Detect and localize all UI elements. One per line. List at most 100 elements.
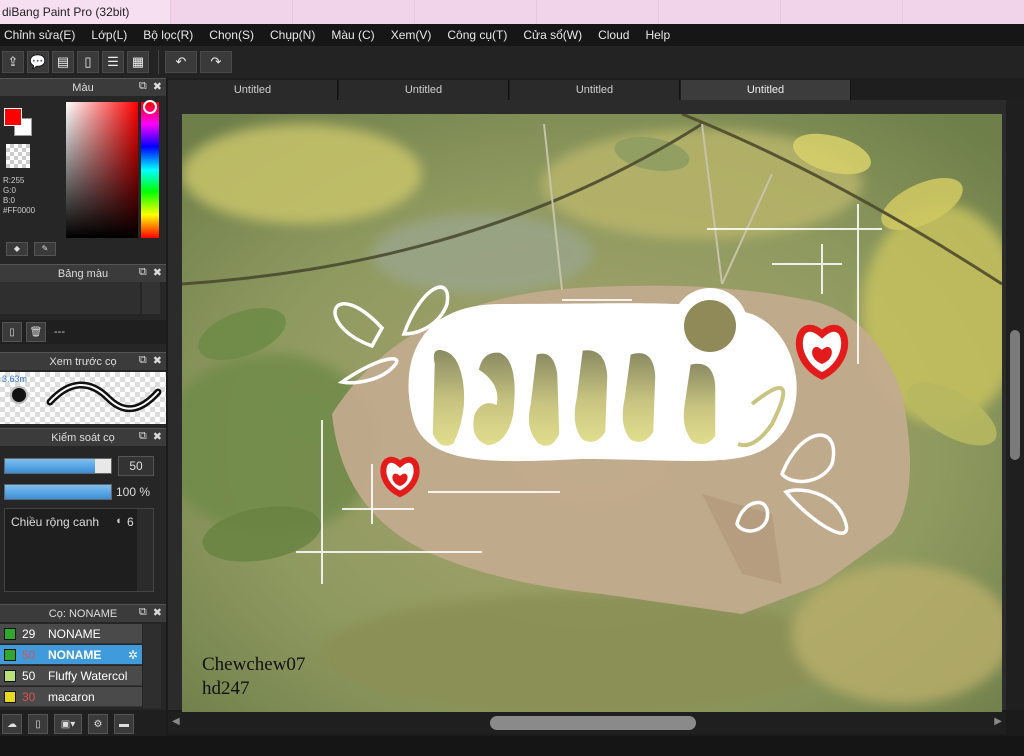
menu-select[interactable]: Chọn(S) <box>201 28 262 42</box>
brush-size-label: 3.63m <box>2 374 28 384</box>
title-bar: diBang Paint Pro (32bit) <box>0 0 1024 24</box>
brush-opacity-value: 100 % <box>116 485 151 499</box>
palette-swatch-area[interactable] <box>0 282 140 314</box>
toolbar-divider <box>158 50 159 74</box>
comment-icon[interactable]: 💬 <box>27 51 49 73</box>
artwork-image <box>182 114 1002 712</box>
hue-slider[interactable] <box>141 102 159 238</box>
vertical-scrollbar[interactable] <box>1006 100 1024 710</box>
undock-icon[interactable]: ⧉ <box>139 606 147 619</box>
saturation-value-picker[interactable] <box>66 102 138 238</box>
palette-actions: ▯ 🗑 --- <box>0 320 166 344</box>
brush-preview-panel: 3.63m <box>0 370 166 428</box>
share-icon[interactable]: ⇪ <box>2 51 24 73</box>
color-hex-value: #FF0000 <box>3 206 36 215</box>
color-panel-header: Màu ⧉ ✖ <box>0 78 166 96</box>
cloud-icon[interactable]: ☁ <box>2 714 22 734</box>
browser-tab <box>658 0 780 24</box>
primary-color-swatch[interactable] <box>4 108 22 126</box>
menu-tools[interactable]: Công cụ(T) <box>439 28 515 42</box>
settings-gear-icon[interactable]: ✲ <box>128 648 138 662</box>
close-icon[interactable]: ✖ <box>153 266 162 279</box>
menu-capture[interactable]: Chụp(N) <box>262 28 323 42</box>
horizontal-scroll-thumb[interactable] <box>490 716 696 730</box>
menu-view[interactable]: Xem(V) <box>383 28 440 42</box>
brush-color-swatch <box>4 690 16 703</box>
brush-color-swatch <box>4 669 16 682</box>
brush-settings-icon[interactable]: ⚙ <box>88 714 108 734</box>
transparent-color-swatch[interactable] <box>6 144 30 168</box>
message-icon[interactable]: ▤ <box>52 51 74 73</box>
menu-cloud[interactable]: Cloud <box>590 28 637 42</box>
edge-toggle-icon[interactable]: ◖ <box>115 515 122 527</box>
status-bar <box>0 736 1024 756</box>
menu-edit[interactable]: Chỉnh sửa(E) <box>0 28 83 42</box>
list-item-selected[interactable]: 50 NONAME ✲ <box>0 645 142 665</box>
brush-name: NONAME <box>48 647 102 662</box>
browser-tab <box>414 0 536 24</box>
signature-line-1: Chewchew07 <box>202 654 306 675</box>
eyedropper-icon[interactable]: ✎ <box>34 242 56 256</box>
tab-untitled-2[interactable]: Untitled <box>339 80 509 100</box>
menu-filter[interactable]: Bộ lọc(R) <box>135 28 201 42</box>
horizontal-scrollbar[interactable]: ◀ ▶ <box>168 712 1006 734</box>
document-icon[interactable]: ▯ <box>77 51 99 73</box>
brush-name: macaron <box>48 689 95 704</box>
artwork-canvas[interactable]: Chewchew07 hd247 <box>182 114 1002 712</box>
brush-opacity-fill <box>5 485 111 499</box>
undock-icon[interactable]: ⧉ <box>139 80 147 93</box>
hue-marker[interactable] <box>143 100 157 114</box>
color-mode-button[interactable]: ◆ <box>6 242 28 256</box>
brush-opacity-slider[interactable] <box>4 484 112 500</box>
brush-color-swatch <box>4 648 16 661</box>
new-palette-icon[interactable]: ▯ <box>2 322 22 342</box>
menu-window[interactable]: Cửa sổ(W) <box>515 28 590 42</box>
list-item[interactable]: 30 macaron <box>0 687 142 707</box>
palette-empty-label: --- <box>54 326 65 338</box>
undock-icon[interactable]: ⧉ <box>139 354 147 367</box>
color-r-value: R:255 <box>3 176 25 185</box>
color-readout: R:255 G:0 B:0 #FF0000 <box>3 176 35 216</box>
browser-tab <box>780 0 902 24</box>
folder-icon[interactable]: ▬ <box>114 714 134 734</box>
close-icon[interactable]: ✖ <box>153 606 162 619</box>
brush-opacity: 29 <box>22 626 36 641</box>
brush-preview-header: Xem trước cọ ⧉ ✖ <box>0 352 166 370</box>
list-item[interactable]: 50 Fluffy Watercol <box>0 666 142 686</box>
undock-icon[interactable]: ⧉ <box>139 266 147 279</box>
new-brush-icon[interactable]: ▯ <box>28 714 48 734</box>
tab-untitled-3[interactable]: Untitled <box>510 80 680 100</box>
menu-color[interactable]: Màu (C) <box>323 28 382 42</box>
brush-size-slider[interactable] <box>4 458 112 474</box>
tab-untitled-4[interactable]: Untitled <box>681 80 851 100</box>
scroll-left-icon[interactable]: ◀ <box>172 716 180 727</box>
palette-scrollbar[interactable] <box>142 282 160 314</box>
list-icon[interactable]: ☰ <box>102 51 124 73</box>
browser-tab <box>170 0 292 24</box>
brush-opacity: 30 <box>22 689 36 704</box>
grid-icon[interactable]: ▦ <box>127 51 149 73</box>
edge-width-box: Chiều rộng canh ◖ 6 <box>4 508 154 592</box>
vertical-scroll-thumb[interactable] <box>1010 330 1020 460</box>
tab-untitled-1[interactable]: Untitled <box>168 80 338 100</box>
brush-size-value[interactable]: 50 <box>118 456 154 476</box>
brush-size-dot <box>10 386 28 404</box>
left-panels: Màu ⧉ ✖ R:255 G:0 B:0 #FF0000 ◆ ✎ Bảng mà… <box>0 78 166 756</box>
trash-icon[interactable]: 🗑 <box>26 322 46 342</box>
signature-line-2: hd247 <box>202 678 250 699</box>
canvas-area[interactable]: Chewchew07 hd247 <box>168 100 1024 712</box>
menu-layer[interactable]: Lớp(L) <box>83 28 135 42</box>
edge-scrollbar[interactable] <box>137 509 153 591</box>
menu-help[interactable]: Help <box>637 28 678 42</box>
brush-type-dropdown-icon[interactable]: ▣▾ <box>54 714 82 734</box>
close-icon[interactable]: ✖ <box>153 354 162 367</box>
brush-list-scrollbar[interactable] <box>143 624 161 708</box>
undock-icon[interactable]: ⧉ <box>139 430 147 443</box>
close-icon[interactable]: ✖ <box>153 430 162 443</box>
undo-icon[interactable]: ↶ <box>165 51 197 73</box>
redo-icon[interactable]: ↷ <box>200 51 232 73</box>
list-item[interactable]: 29 NONAME <box>0 624 142 644</box>
color-b-value: B:0 <box>3 196 16 205</box>
close-icon[interactable]: ✖ <box>153 80 162 93</box>
scroll-right-icon[interactable]: ▶ <box>994 716 1002 727</box>
